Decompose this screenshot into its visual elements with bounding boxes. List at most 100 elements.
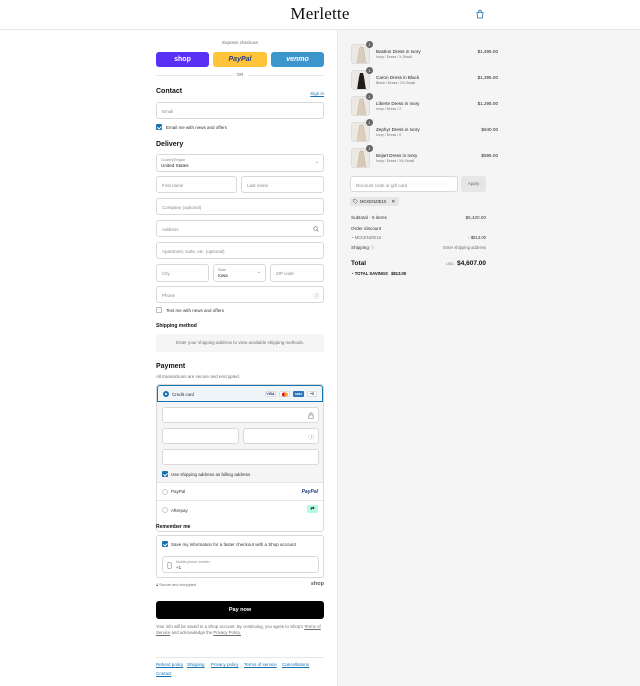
item-name: Bastion Dress in Ivory xyxy=(376,49,421,54)
phone-icon xyxy=(167,561,172,569)
help-icon[interactable]: ⓘ xyxy=(370,245,374,250)
remember-me-box: Save my information for a faster checkou… xyxy=(156,535,324,578)
privacy-policy-link[interactable]: Privacy Policy. xyxy=(213,630,241,635)
apartment-field[interactable]: Apartment, suite, etc. (optional) xyxy=(156,242,324,259)
quantity-badge: 1 xyxy=(366,67,373,74)
news-checkbox[interactable] xyxy=(156,124,162,130)
subtotal-row: Subtotal · 5 items $5,420.00 xyxy=(351,215,486,220)
last-name-field[interactable]: Last name xyxy=(241,176,324,193)
or-separator: OR xyxy=(236,72,244,77)
state-select[interactable]: State Iowa ⌄ xyxy=(213,264,266,282)
text-offers-checkbox[interactable] xyxy=(156,307,162,313)
discount-code: MCKENZIE15 xyxy=(354,235,381,240)
cart-item: 1 Bejart Dress in Ivory Ivory / Dress / … xyxy=(351,145,498,168)
item-variant: Black / Dress / XX-Small xyxy=(376,81,416,85)
paypal-button[interactable]: PayPal xyxy=(213,52,267,67)
email-field[interactable]: Email xyxy=(156,102,324,119)
sign-in-link[interactable]: Sign in xyxy=(310,91,324,96)
item-name: Zephyr Dress in Ivory xyxy=(376,127,420,132)
contact-link[interactable]: Contact xyxy=(156,671,172,676)
paypal-option[interactable]: PayPal PayPal xyxy=(157,483,323,500)
visa-icon: VISA xyxy=(265,391,276,397)
card-number-field[interactable] xyxy=(162,407,319,423)
amex-icon: AMEX xyxy=(293,391,304,397)
more-cards-badge: +5 xyxy=(307,391,317,397)
shipping-method-notice: Enter your shipping address to view avai… xyxy=(156,334,324,352)
mobile-phone-field[interactable]: Mobile phone number +1 xyxy=(162,556,319,573)
city-field[interactable]: City xyxy=(156,264,209,282)
help-icon[interactable]: ⓘ xyxy=(313,292,319,300)
afterpay-radio[interactable] xyxy=(162,507,168,513)
cancellations-link[interactable]: Cancellations xyxy=(282,662,309,667)
billing-address-checkbox[interactable] xyxy=(162,471,168,477)
phone-field[interactable]: Phone ⓘ xyxy=(156,286,324,303)
cart-item: 1 Zephyr Dress in Ivory Ivory / Dress / … xyxy=(351,119,498,142)
payment-subtitle: All transactions are secure and encrypte… xyxy=(156,374,241,379)
header: Merlette xyxy=(0,0,640,30)
afterpay-option[interactable]: Afterpay ⇄ xyxy=(157,501,323,518)
venmo-button[interactable]: venmo xyxy=(271,52,324,67)
search-icon xyxy=(313,226,319,232)
item-name: Caron Dress in Black xyxy=(376,75,420,80)
shipping-label: Shipping xyxy=(351,245,369,250)
first-name-field[interactable]: First name xyxy=(156,176,237,193)
paypal-radio[interactable] xyxy=(162,488,168,495)
order-discount-row: Order discount xyxy=(351,226,486,231)
lock-icon: 🔒︎ xyxy=(156,583,159,587)
quantity-badge: 1 xyxy=(366,145,373,152)
company-field[interactable]: Company (optional) xyxy=(156,198,324,215)
item-price: $1,495.00 xyxy=(477,49,498,54)
billing-address-label: Use shipping address as billing address xyxy=(171,472,251,477)
order-discount-label: Order discount xyxy=(351,226,382,231)
discount-tag-code: MCKENZIE15 xyxy=(360,199,387,204)
card-details-panel: ⓘ Use shipping address as billing addres… xyxy=(157,402,323,482)
lock-icon xyxy=(308,412,314,419)
pay-now-button[interactable]: Pay now xyxy=(156,601,324,619)
shop-pay-button[interactable]: shop xyxy=(156,52,209,67)
expiration-date-field[interactable] xyxy=(162,428,239,444)
paypal-label: PayPal xyxy=(171,489,186,494)
savings-value: $813.00 xyxy=(391,271,407,276)
save-info-label: Save my information for a faster checkou… xyxy=(171,542,296,547)
name-on-card-field[interactable] xyxy=(162,449,319,465)
item-price: $595.00 xyxy=(481,153,498,158)
quantity-badge: 1 xyxy=(366,119,373,126)
credit-card-option[interactable]: Credit card VISA AMEX +5 xyxy=(157,385,323,402)
help-icon[interactable]: ⓘ xyxy=(308,433,314,441)
total-value: $4,607.00 xyxy=(457,260,486,267)
terms-of-service-link[interactable]: Terms of service xyxy=(244,662,277,667)
zip-code-field[interactable]: ZIP code xyxy=(270,264,324,282)
credit-card-radio[interactable] xyxy=(163,391,169,397)
chevron-down-icon: ⌄ xyxy=(314,159,319,165)
brand-logo[interactable]: Merlette xyxy=(0,4,640,24)
total-label: Total xyxy=(351,260,367,267)
remove-discount-icon[interactable]: ✕ xyxy=(391,199,395,205)
tag-icon xyxy=(353,199,358,204)
item-variant: Ivory / Dress / X-Small xyxy=(376,55,412,59)
shopping-bag-icon[interactable] xyxy=(475,9,485,19)
order-summary: 1 Bastion Dress in Ivory Ivory / Dress /… xyxy=(337,30,640,686)
country-select[interactable]: Country/Region United States ⌄ xyxy=(156,154,324,172)
discount-code-input[interactable]: Discount code or gift card xyxy=(350,176,458,192)
shipping-link[interactable]: Shipping xyxy=(187,662,205,667)
cart-item: 1 Liberte Dress in Ivory Ivory / Dress /… xyxy=(351,93,498,116)
cart-item: 1 Caron Dress in Black Black / Dress / X… xyxy=(351,67,498,90)
address-field[interactable]: Address xyxy=(156,220,324,237)
payment-heading: Payment xyxy=(156,363,186,370)
remember-me-heading: Remember me xyxy=(156,524,191,530)
save-info-checkbox[interactable] xyxy=(162,541,168,547)
express-checkout-label: Express checkout xyxy=(222,40,258,45)
savings-label: TOTAL SAVINGS xyxy=(354,271,388,276)
privacy-policy-link[interactable]: Privacy policy xyxy=(211,662,239,667)
item-price: $1,295.00 xyxy=(477,101,498,106)
apply-button[interactable]: Apply xyxy=(461,176,486,192)
secure-note: 🔒︎ Secure and encrypted xyxy=(156,583,197,587)
security-code-field[interactable]: ⓘ xyxy=(243,428,319,444)
shipping-row: Shipping ⓘ Enter shipping address xyxy=(351,245,486,251)
refund-policy-link[interactable]: Refund policy xyxy=(156,662,183,667)
subtotal-label: Subtotal · 5 items xyxy=(351,215,387,220)
news-checkbox-label: Email me with news and offers xyxy=(166,125,227,130)
item-variant: Ivory / Dress / 0 xyxy=(376,133,402,137)
item-price: $640.00 xyxy=(481,127,498,132)
shop-logo: shop xyxy=(310,581,324,587)
